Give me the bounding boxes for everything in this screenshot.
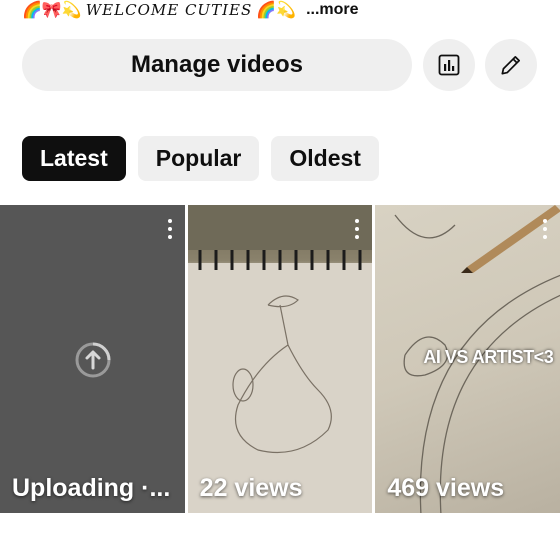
video-status: Uploading ·... <box>12 474 171 502</box>
bio-suffix-emoji: 🌈💫 <box>256 2 297 19</box>
bar-chart-icon <box>438 54 460 76</box>
chip-latest[interactable]: Latest <box>22 136 126 181</box>
upload-arrow-icon <box>75 342 111 378</box>
sort-filter-chips: Latest Popular Oldest <box>22 136 379 181</box>
video-views: 22 views <box>199 474 303 502</box>
more-options-icon[interactable] <box>542 219 548 239</box>
video-tile-uploading[interactable]: Uploading ·... <box>0 205 185 513</box>
sketch-thumbnail <box>187 205 373 513</box>
more-options-icon[interactable] <box>354 219 360 239</box>
edit-channel-button[interactable] <box>485 39 537 91</box>
chip-popular-label: Popular <box>155 145 242 171</box>
chip-oldest[interactable]: Oldest <box>271 136 379 181</box>
bio-text: WELCOME CUTIES <box>85 1 253 19</box>
chip-latest-label: Latest <box>40 145 108 171</box>
video-views: 469 views <box>387 474 505 502</box>
video-overlay-text: AI VS ARTIST<3 <box>423 347 554 367</box>
video-grid: Uploading ·... 22 views AI VS ARTIST<3 4… <box>0 205 560 513</box>
analytics-button[interactable] <box>423 39 475 91</box>
manage-videos-button[interactable]: Manage videos <box>22 39 412 91</box>
bio-prefix-emoji: 🌈🎀💫 <box>22 2 82 19</box>
chip-oldest-label: Oldest <box>289 145 361 171</box>
chip-popular[interactable]: Popular <box>137 136 260 181</box>
manage-videos-label: Manage videos <box>130 51 304 78</box>
more-link[interactable]: ...more <box>306 1 358 19</box>
more-options-icon[interactable] <box>167 219 173 239</box>
video-tile-469-views[interactable]: AI VS ARTIST<3 469 views <box>375 205 560 513</box>
pencil-icon <box>501 56 520 75</box>
channel-description: 🌈🎀💫 WELCOME CUTIES 🌈💫 ...more <box>22 0 359 20</box>
video-tile-22-views[interactable]: 22 views <box>187 205 373 513</box>
